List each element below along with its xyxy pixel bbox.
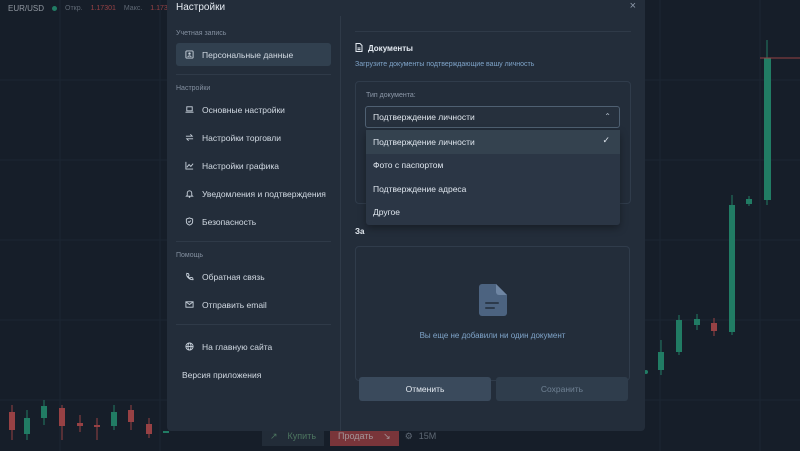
sidebar-item-email[interactable]: Отправить email xyxy=(176,293,331,316)
sidebar-group-help: Помощь xyxy=(176,252,204,259)
sidebar-item-label: На главную сайта xyxy=(202,341,273,352)
laptop-icon xyxy=(184,105,194,115)
document-icon xyxy=(355,43,363,54)
swap-icon xyxy=(184,133,194,143)
sidebar-item-personal-data[interactable]: Персональные данные xyxy=(176,43,331,66)
bell-icon xyxy=(184,189,194,199)
sidebar-item-security[interactable]: Безопасность xyxy=(176,210,331,233)
option-label: Фото с паспортом xyxy=(373,160,444,171)
sidebar-item-label: Уведомления и подтверждения xyxy=(202,188,326,199)
doc-type-select[interactable]: Подтверждение личности ⌃ xyxy=(365,106,620,128)
sidebar-item-label: Обратная связь xyxy=(202,271,265,282)
uploads-title: За xyxy=(355,227,365,236)
check-icon: ✓ xyxy=(602,135,610,145)
modal-title: Настройки xyxy=(176,2,226,13)
settings-sidebar: Учетная запись Персональные данные Настр… xyxy=(167,16,341,431)
documents-empty-state: Вы еще не добавили ни один документ xyxy=(355,246,630,381)
dropdown-option-address[interactable]: Подтверждение адреса xyxy=(366,177,620,201)
shield-icon xyxy=(184,217,194,227)
divider xyxy=(176,74,331,75)
sidebar-item-feedback[interactable]: Обратная связь xyxy=(176,265,331,288)
divider xyxy=(176,324,331,325)
user-card-icon xyxy=(184,50,194,60)
sidebar-item-label: Отправить email xyxy=(202,299,267,310)
empty-state-text: Вы еще не добавили ни один документ xyxy=(419,331,566,340)
option-label: Другое xyxy=(373,207,401,218)
doc-type-dropdown: Подтверждение личности ✓ Фото с паспорто… xyxy=(366,130,620,225)
dropdown-option-passport-photo[interactable]: Фото с паспортом xyxy=(366,154,620,178)
dropdown-option-other[interactable]: Другое xyxy=(366,201,620,225)
sidebar-item-general[interactable]: Основные настройки xyxy=(176,98,331,121)
sidebar-item-label: Основные настройки xyxy=(202,104,285,115)
chevron-up-icon: ⌃ xyxy=(604,112,611,121)
sidebar-item-label: Безопасность xyxy=(202,216,257,227)
sidebar-item-notifications[interactable]: Уведомления и подтверждения xyxy=(176,182,331,205)
sidebar-item-label: Персональные данные xyxy=(202,49,294,60)
modal-header: Настройки × xyxy=(167,0,645,16)
close-icon[interactable]: × xyxy=(630,0,636,12)
app-version-label: Версия приложения xyxy=(182,369,262,380)
documents-description: Загрузите документы подтверждающие вашу … xyxy=(355,61,535,68)
documents-title-text: Документы xyxy=(368,44,413,53)
cancel-button[interactable]: Отменить xyxy=(359,377,491,401)
sidebar-item-trading[interactable]: Настройки торговли xyxy=(176,126,331,149)
sidebar-group-account: Учетная запись xyxy=(176,30,227,37)
phone-icon xyxy=(184,272,194,282)
doc-type-value: Подтверждение личности xyxy=(373,112,475,122)
mail-icon xyxy=(184,300,194,310)
doc-type-label: Тип документа: xyxy=(366,92,416,99)
divider xyxy=(176,241,331,242)
divider xyxy=(355,31,631,32)
documents-title: Документы xyxy=(355,43,631,54)
option-label: Подтверждение личности xyxy=(373,136,475,147)
empty-document-icon xyxy=(479,284,507,316)
option-label: Подтверждение адреса xyxy=(373,183,467,194)
sidebar-item-label: Настройки торговли xyxy=(202,132,281,143)
app-version: Версия приложения xyxy=(176,363,331,386)
globe-icon xyxy=(184,342,194,352)
save-button[interactable]: Сохранить xyxy=(496,377,628,401)
sidebar-item-home[interactable]: На главную сайта xyxy=(176,335,331,358)
sidebar-item-label: Настройки графика xyxy=(202,160,279,171)
sidebar-item-chart[interactable]: Настройки графика xyxy=(176,154,331,177)
chart-icon xyxy=(184,161,194,171)
sidebar-group-settings: Настройки xyxy=(176,85,211,92)
dropdown-option-identity[interactable]: Подтверждение личности ✓ xyxy=(366,130,620,154)
